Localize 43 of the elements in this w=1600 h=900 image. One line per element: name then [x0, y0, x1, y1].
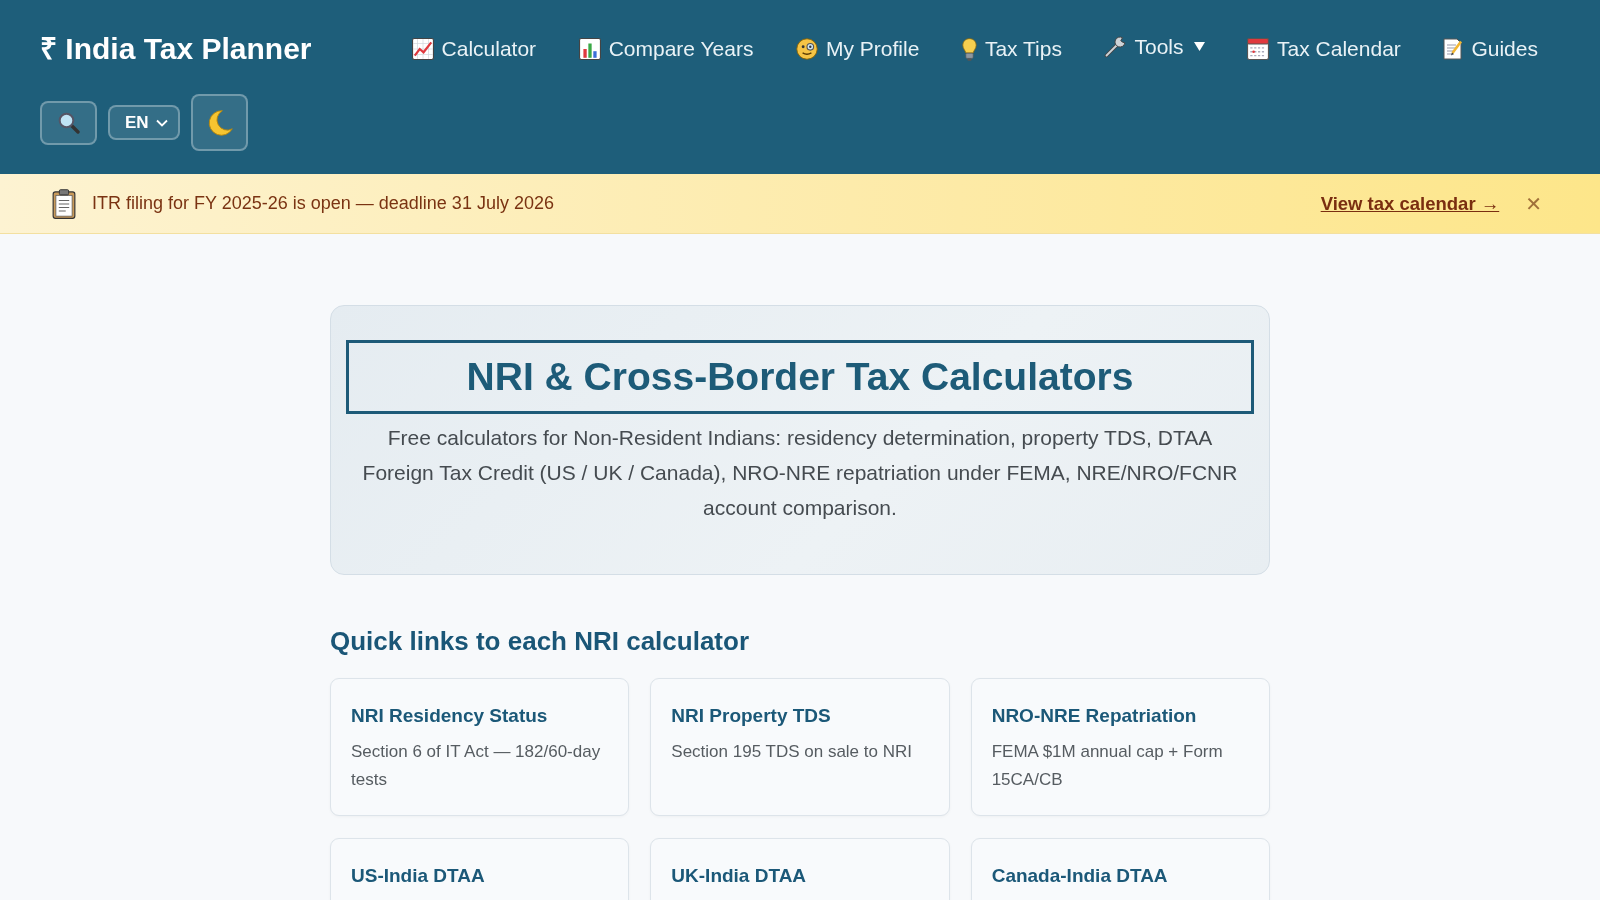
- card-title: NRO-NRE Repatriation: [991, 704, 1198, 728]
- site-logo[interactable]: ₹ India Tax Planner: [40, 31, 312, 67]
- card-title: NRI Property TDS: [671, 704, 832, 728]
- calculator-card[interactable]: NRO-NRE Repatriation FEMA $1M annual cap + Form 15CA/CB: [970, 678, 1270, 816]
- close-button[interactable]: ✕: [1523, 191, 1544, 216]
- nav-link[interactable]: Guides: [1443, 35, 1538, 63]
- card-title: US-India DTAA: [351, 864, 486, 888]
- search-icon: [57, 111, 80, 134]
- card-description: Section 6 of IT Act — 182/60-day tests: [351, 741, 602, 791]
- chart-increasing-icon: [411, 38, 434, 60]
- card-description: Section 195 TDS on sale to NRI: [671, 741, 913, 763]
- language-select[interactable]: EN: [108, 105, 180, 140]
- calculator-card[interactable]: UK-India DTAA: [650, 838, 950, 900]
- calculator-card[interactable]: US-India DTAA: [330, 838, 630, 900]
- search-button[interactable]: [40, 100, 97, 145]
- monocle-face-icon: [795, 38, 818, 60]
- page-title: NRI & Cross-Border Tax Calculators: [346, 340, 1254, 414]
- nav-link[interactable]: My Profile: [795, 35, 920, 63]
- nav-link[interactable]: Tools: [1104, 32, 1205, 61]
- calculator-card[interactable]: Canada-India DTAA: [970, 838, 1270, 900]
- card-title: NRI Residency Status: [351, 704, 549, 728]
- wrench-icon: [1104, 35, 1127, 58]
- section-heading: Quick links to each NRI calculator: [330, 625, 751, 658]
- chevron-down-icon: [156, 118, 168, 127]
- card-title: Canada-India DTAA: [991, 864, 1169, 888]
- calculator-card[interactable]: NRI Property TDS Section 195 TDS on sale to NRI: [650, 678, 950, 816]
- calculator-card[interactable]: NRI Residency Status Section 6 of IT Act — 182/60-day tests: [330, 678, 630, 816]
- lightbulb-icon: [961, 37, 977, 61]
- nav-link[interactable]: Tax Calendar: [1247, 35, 1401, 63]
- document-pencil-icon: [1443, 38, 1464, 60]
- bar-chart-icon: [578, 38, 601, 60]
- banner-message: ITR filing for FY 2025-26 is open — deadline 31 July 2026: [92, 193, 554, 214]
- clipboard-icon: [52, 188, 76, 219]
- nav-link[interactable]: Tax Tips: [961, 35, 1062, 63]
- caret-down-icon: [1193, 42, 1205, 51]
- calendar-icon: [1247, 38, 1270, 60]
- tax-calendar-link[interactable]: View tax calendar →: [1320, 192, 1500, 215]
- theme-toggle-button[interactable]: [191, 94, 248, 151]
- nav-link[interactable]: Compare Years: [578, 35, 754, 63]
- card-description: FEMA $1M annual cap + Form 15CA/CB: [991, 741, 1224, 791]
- nav-link[interactable]: Calculator: [411, 35, 537, 63]
- hero-description: Free calculators for Non-Resident Indians: residency determination, property TDS, DTAA Foreign Tax Credit (US / UK / Canada), NRO-NRE repatriation under FEMA, NRE/NRO/FCNR account comparison.: [361, 425, 1239, 521]
- card-title: UK-India DTAA: [671, 864, 808, 888]
